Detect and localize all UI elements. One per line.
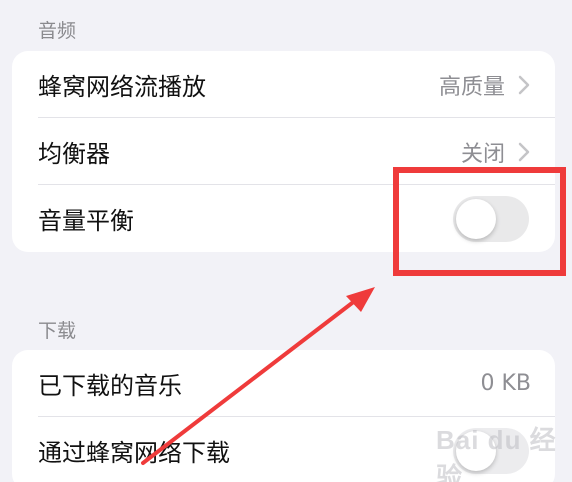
- baidu-watermark: Bai du 经验: [436, 425, 557, 482]
- annotation-arrow: [141, 287, 375, 465]
- settings-screen: 音频 蜂窝网络流播放 高质量 均衡器 关闭 音量平衡 下载 已下载的音乐 0 K: [0, 0, 572, 482]
